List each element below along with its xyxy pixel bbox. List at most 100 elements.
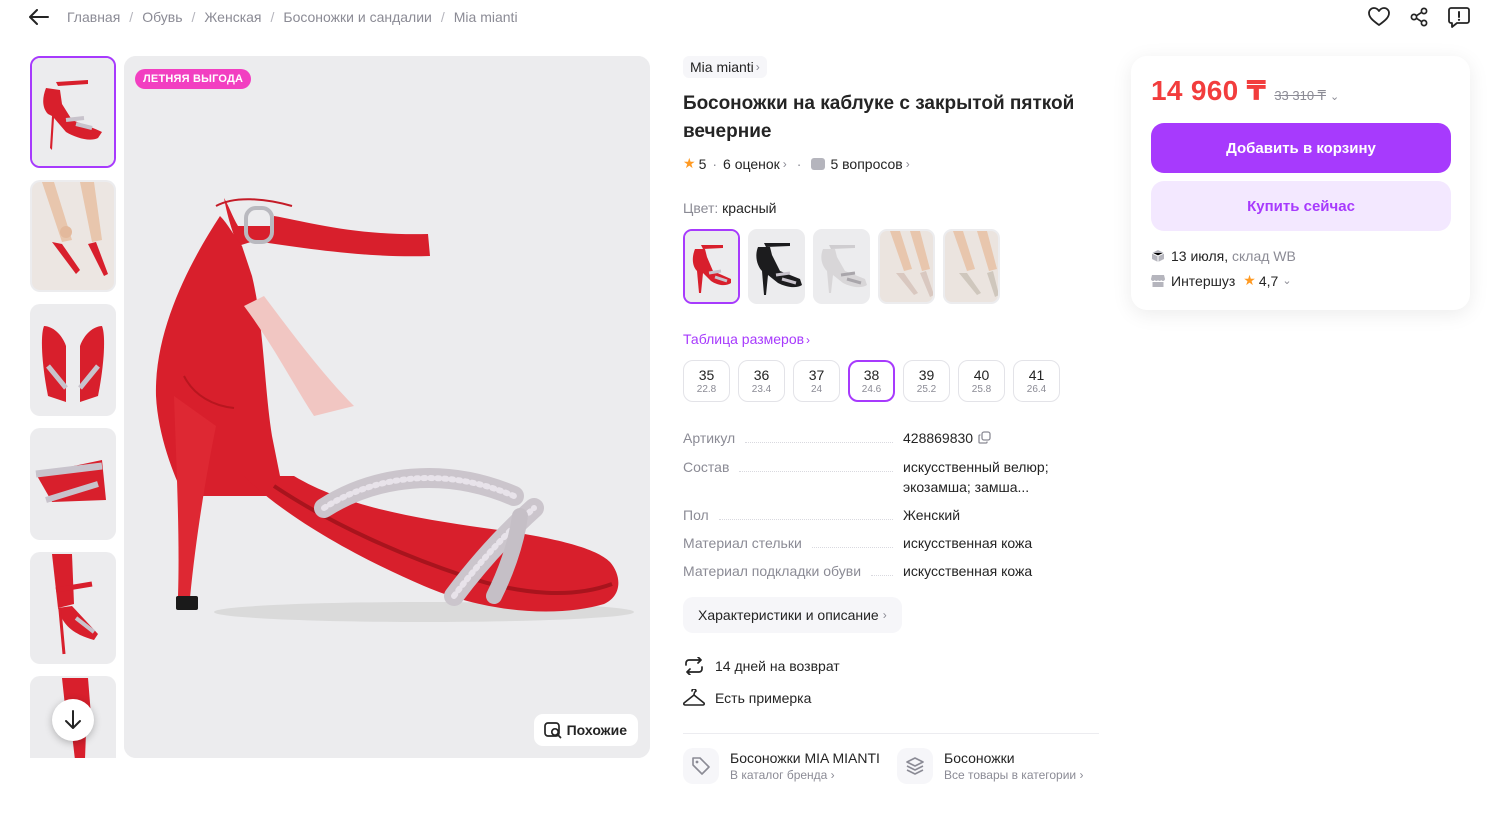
spec-value[interactable]: 428869830 <box>903 430 973 446</box>
breadcrumb-separator: / <box>440 9 445 25</box>
reviews-link[interactable]: 6 оценок › <box>723 156 787 172</box>
brand-catalog-link[interactable]: Босоножки MIA MIANTI В каталог бренда › <box>683 748 883 784</box>
spec-key: Состав <box>683 459 730 476</box>
catalog-links: Босоножки MIA MIANTI В каталог бренда › … <box>683 748 1099 784</box>
thumbnail-4[interactable] <box>30 428 116 540</box>
spec-key: Материал стельки <box>683 535 802 552</box>
spec-dotted-leader <box>739 471 893 473</box>
reviews-count: 6 оценок <box>723 155 780 172</box>
size-number: 35 <box>698 366 715 383</box>
spec-key-cell: Пол <box>683 505 903 525</box>
spec-dotted-leader <box>745 442 893 443</box>
spec-key: Материал подкладки обуви <box>683 563 862 580</box>
divider <box>683 733 1099 734</box>
category-link-title: Босоножки <box>944 750 1015 766</box>
seller-info[interactable]: Интершуз ★ 4,7 ⌄ <box>1151 272 1292 289</box>
chevron-right-icon: › <box>806 333 811 347</box>
spec-key: Артикул <box>683 430 736 446</box>
color-swatches <box>683 229 1103 304</box>
box-icon <box>1151 249 1165 263</box>
breadcrumb-sandals[interactable]: Босоножки и сандалии <box>283 9 431 25</box>
main-product-image[interactable]: ЛЕТНЯЯ ВЫГОДА Похожие <box>124 56 650 758</box>
spec-value-cell: искусственная кожа <box>903 561 1103 581</box>
rating-row: ★ 5 · 6 оценок › · 5 вопросов › <box>683 155 1103 172</box>
color-swatch-gold[interactable] <box>943 229 1000 304</box>
chevron-down-icon[interactable]: ⌄ <box>1330 90 1339 103</box>
breadcrumb-brand[interactable]: Mia mianti <box>454 9 518 25</box>
separator-dot: · <box>796 155 802 172</box>
size-number: 37 <box>808 366 825 383</box>
brand-name: Mia mianti <box>690 59 754 75</box>
breadcrumb-women[interactable]: Женская <box>204 9 261 25</box>
star-icon: ★ <box>683 155 696 171</box>
old-price: 33 310 ₸ <box>1274 88 1326 103</box>
thumbnail-1[interactable] <box>30 56 116 168</box>
characteristics-label: Характеристики и описание <box>698 607 879 624</box>
scroll-down-button[interactable] <box>52 699 94 741</box>
size-option-40[interactable]: 40 25.8 <box>958 360 1005 402</box>
question-bubble-icon <box>811 157 826 170</box>
category-catalog-link[interactable]: Босоножки Все товары в категории › <box>897 748 1097 784</box>
size-selector: 35 22.8 36 23.4 37 24 38 24.6 39 25.2 40 25.8 41 26.4 <box>683 360 1103 402</box>
product-photo <box>124 56 650 758</box>
return-arrows-icon <box>683 655 705 677</box>
breadcrumb-shoes[interactable]: Обувь <box>142 9 182 25</box>
characteristics-button[interactable]: Характеристики и описание › <box>683 597 902 634</box>
size-option-37[interactable]: 37 24 <box>793 360 840 402</box>
size-table-link[interactable]: Таблица размеров › <box>683 331 1103 347</box>
size-option-38[interactable]: 38 24.6 <box>848 360 895 402</box>
color-swatch-silver[interactable] <box>813 229 870 304</box>
product-info: Mia mianti › Босоножки на каблуке с закры… <box>683 56 1103 719</box>
chevron-right-icon: › <box>882 608 887 623</box>
specs-list: Артикул 428869830 Состав искусственный велю… <box>683 428 1103 581</box>
spec-row: Пол Женский <box>683 505 1103 525</box>
size-option-35[interactable]: 35 22.8 <box>683 360 730 402</box>
heart-icon[interactable] <box>1366 4 1392 30</box>
seller-rating: 4,7 <box>1258 272 1279 289</box>
stack-icon <box>897 748 933 784</box>
size-number: 38 <box>863 366 880 383</box>
thumbnail-2[interactable] <box>30 180 116 292</box>
share-icon[interactable] <box>1406 4 1432 30</box>
brand-chip[interactable]: Mia mianti › <box>683 56 767 78</box>
brand-link-title: Босоножки MIA MIANTI <box>730 750 880 766</box>
spec-value-cell: искусственная кожа <box>903 533 1103 553</box>
color-label: Цвет: красный <box>683 200 1103 216</box>
similar-button[interactable]: Похожие <box>533 714 638 746</box>
delivery-source: склад WB <box>1232 248 1296 264</box>
brand-link-sub: В каталог бренда › <box>730 768 835 782</box>
color-value: красный <box>722 200 777 216</box>
size-option-36[interactable]: 36 23.4 <box>738 360 785 402</box>
copy-icon[interactable] <box>978 429 991 449</box>
thumbnail-5[interactable] <box>30 552 116 664</box>
buy-now-button[interactable]: Купить сейчас <box>1151 181 1451 231</box>
spec-key-cell: Артикул <box>683 428 903 448</box>
chevron-down-icon: ⌄ <box>1282 275 1292 287</box>
rating-value: 5 <box>698 155 707 172</box>
breadcrumb-home[interactable]: Главная <box>67 9 120 25</box>
chevron-right-icon: › <box>755 60 760 74</box>
size-option-41[interactable]: 41 26.4 <box>1013 360 1060 402</box>
color-swatch-red[interactable] <box>683 229 740 304</box>
category-link-sub-text: Все товары в категории <box>944 768 1077 782</box>
questions-link[interactable]: 5 вопросов › <box>811 155 910 172</box>
spec-key-cell: Материал подкладки обуви <box>683 561 903 581</box>
report-icon[interactable] <box>1446 4 1472 30</box>
back-arrow-icon[interactable] <box>26 4 52 30</box>
color-swatch-beige[interactable] <box>878 229 935 304</box>
size-option-39[interactable]: 39 25.2 <box>903 360 950 402</box>
spec-dotted-leader <box>871 575 893 577</box>
thumbnail-3[interactable] <box>30 304 116 416</box>
return-text: 14 дней на возврат <box>715 658 840 675</box>
size-length: 26.4 <box>1026 383 1047 395</box>
store-icon <box>1151 274 1165 288</box>
questions-count: 5 вопросов <box>830 155 903 172</box>
breadcrumb-separator: / <box>270 9 275 25</box>
size-number: 41 <box>1028 366 1045 383</box>
add-to-cart-button[interactable]: Добавить в корзину <box>1151 123 1451 173</box>
fitting-text: Есть примерка <box>715 690 812 707</box>
separator-dot: · <box>712 155 718 172</box>
breadcrumb-separator: / <box>129 9 134 25</box>
color-swatch-black[interactable] <box>748 229 805 304</box>
product-title: Босоножки на каблуке с закрытой пяткой в… <box>683 93 1075 142</box>
